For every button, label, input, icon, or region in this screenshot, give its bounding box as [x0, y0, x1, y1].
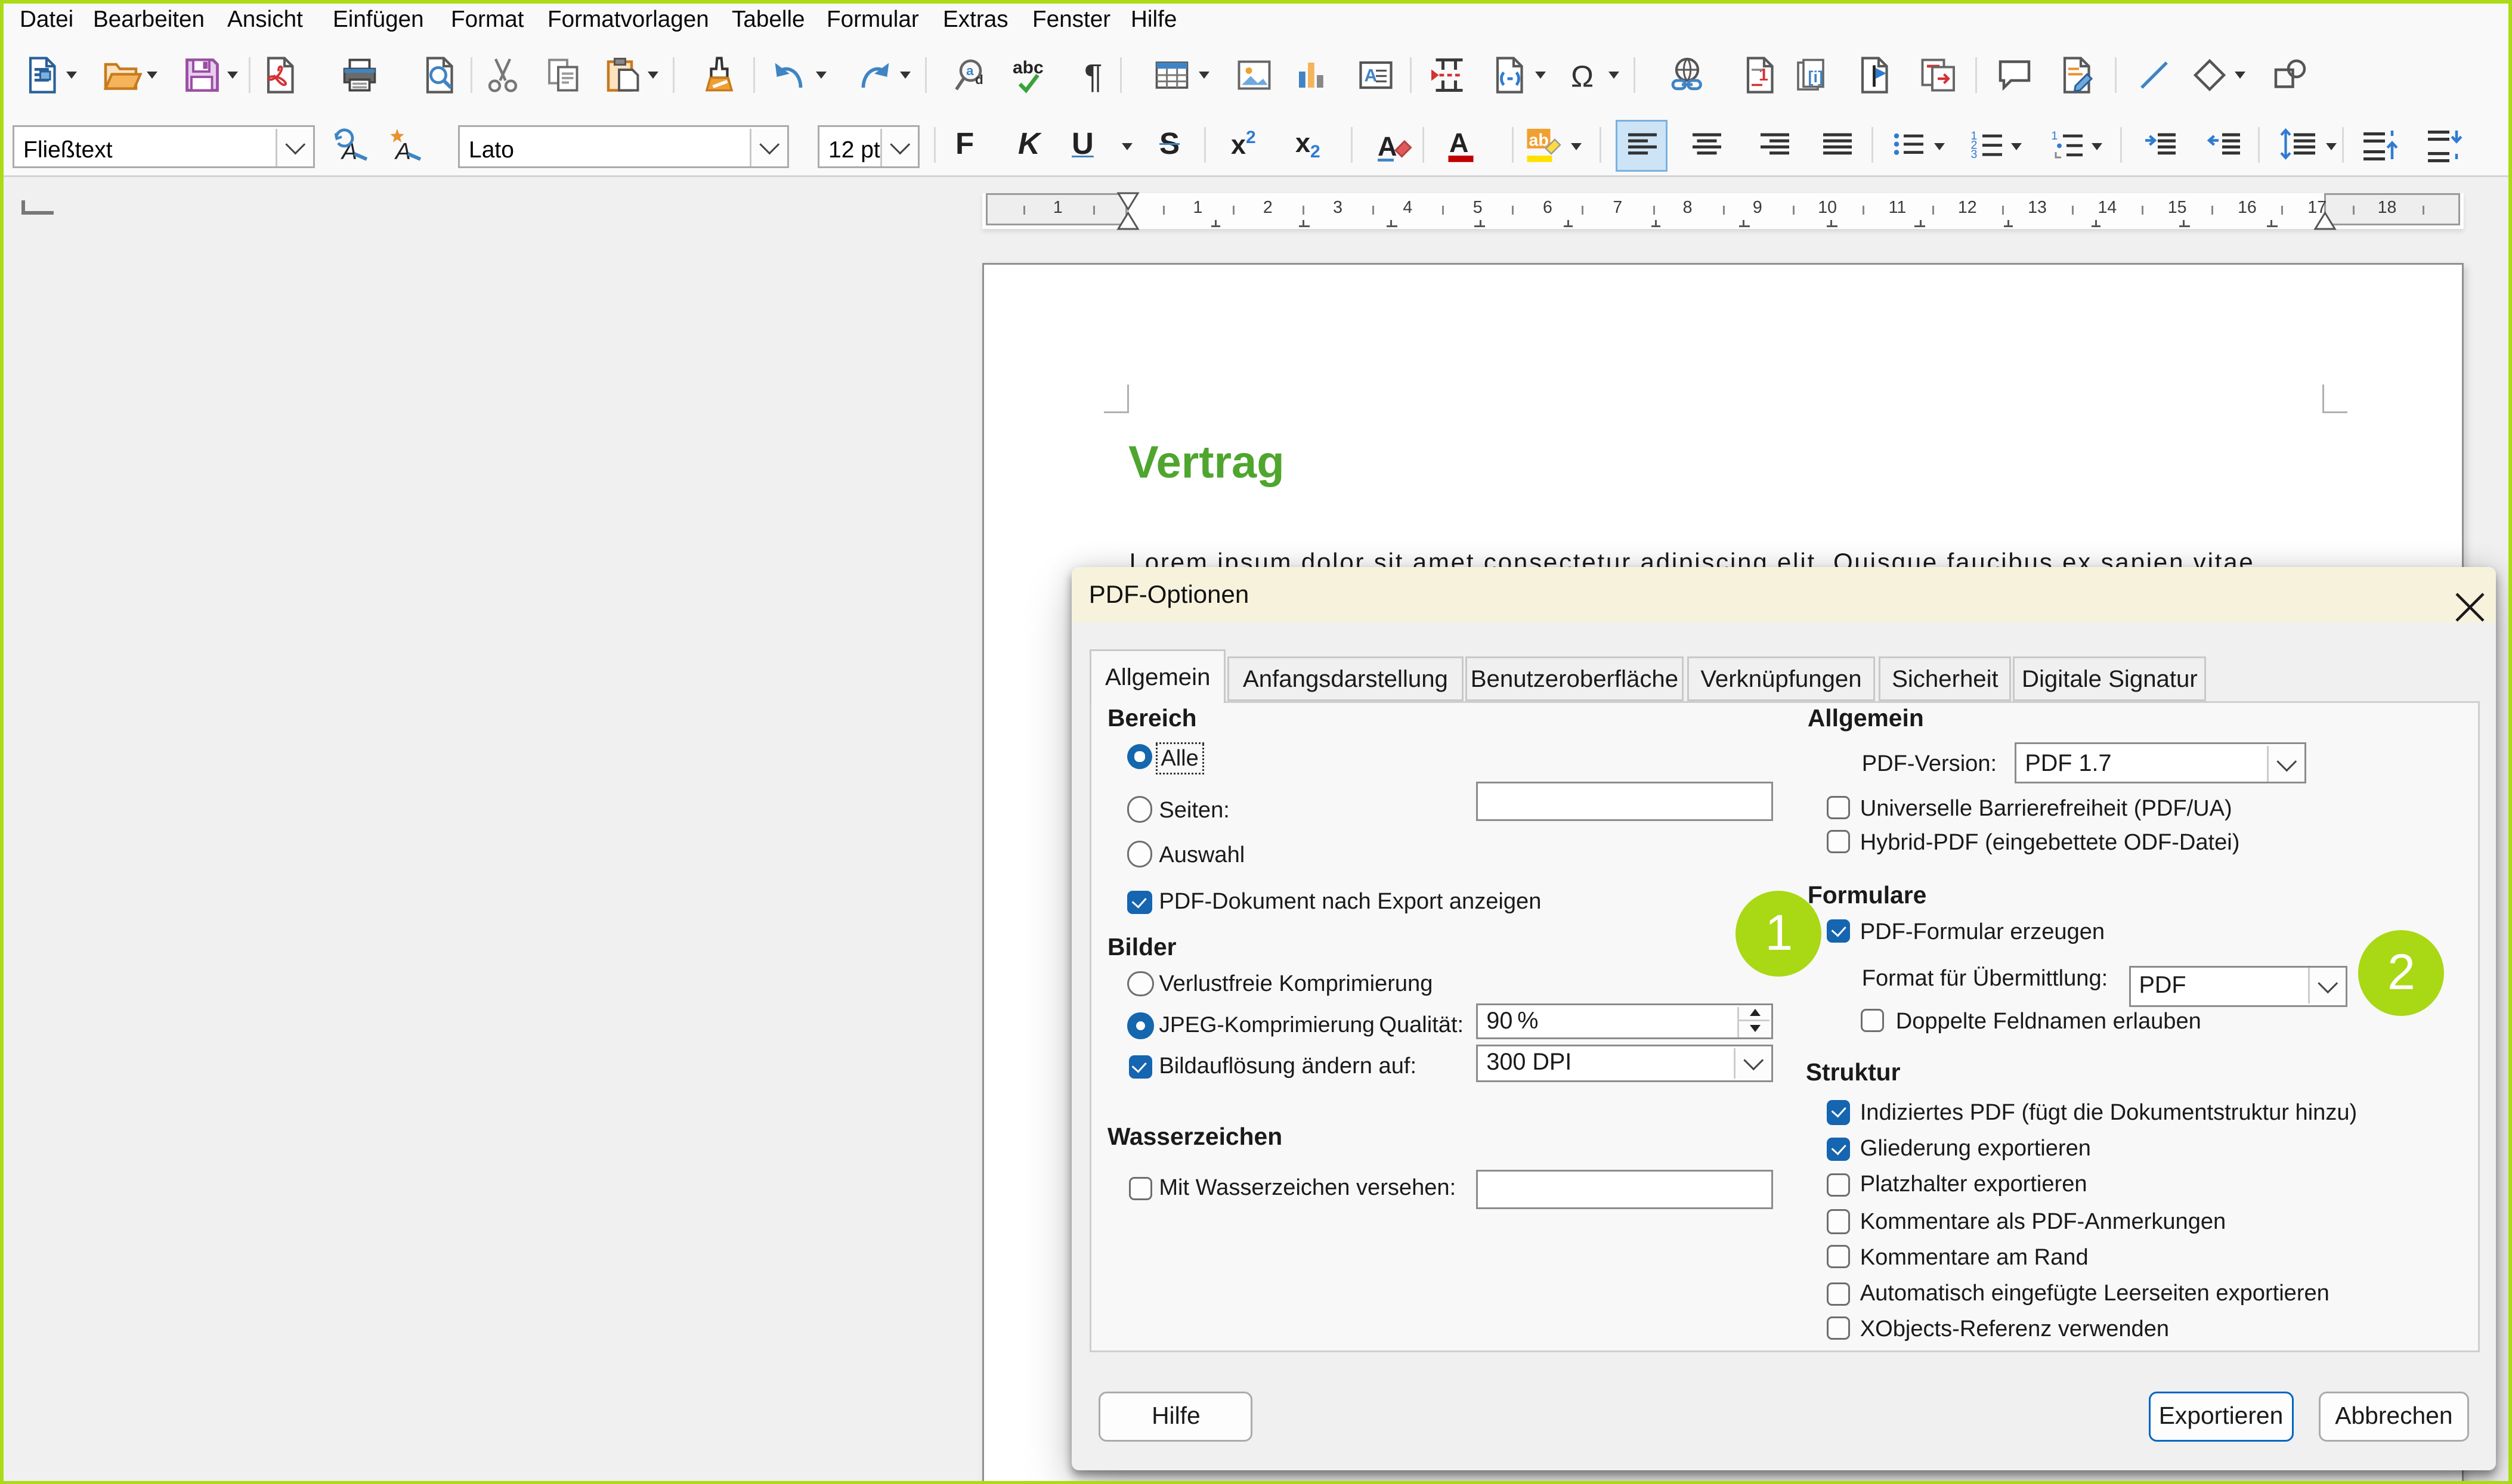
svg-text:A: A — [1449, 127, 1469, 157]
svg-text:A: A — [1365, 65, 1378, 85]
svg-text:Ω: Ω — [1571, 58, 1594, 92]
svg-text:A: A — [394, 138, 411, 164]
svg-text:1: 1 — [2052, 129, 2058, 142]
svg-text:abc: abc — [1013, 57, 1044, 77]
svg-text:a: a — [966, 63, 974, 78]
svg-text:3: 3 — [1971, 147, 1978, 160]
svg-text:A: A — [1378, 131, 1397, 161]
svg-text:¶: ¶ — [1084, 57, 1103, 95]
svg-text:d: d — [975, 72, 983, 86]
svg-text:A: A — [341, 138, 357, 164]
svg-text:ab: ab — [1529, 130, 1549, 149]
svg-text:1: 1 — [1759, 65, 1768, 84]
svg-text:[i]: [i] — [1808, 67, 1823, 85]
